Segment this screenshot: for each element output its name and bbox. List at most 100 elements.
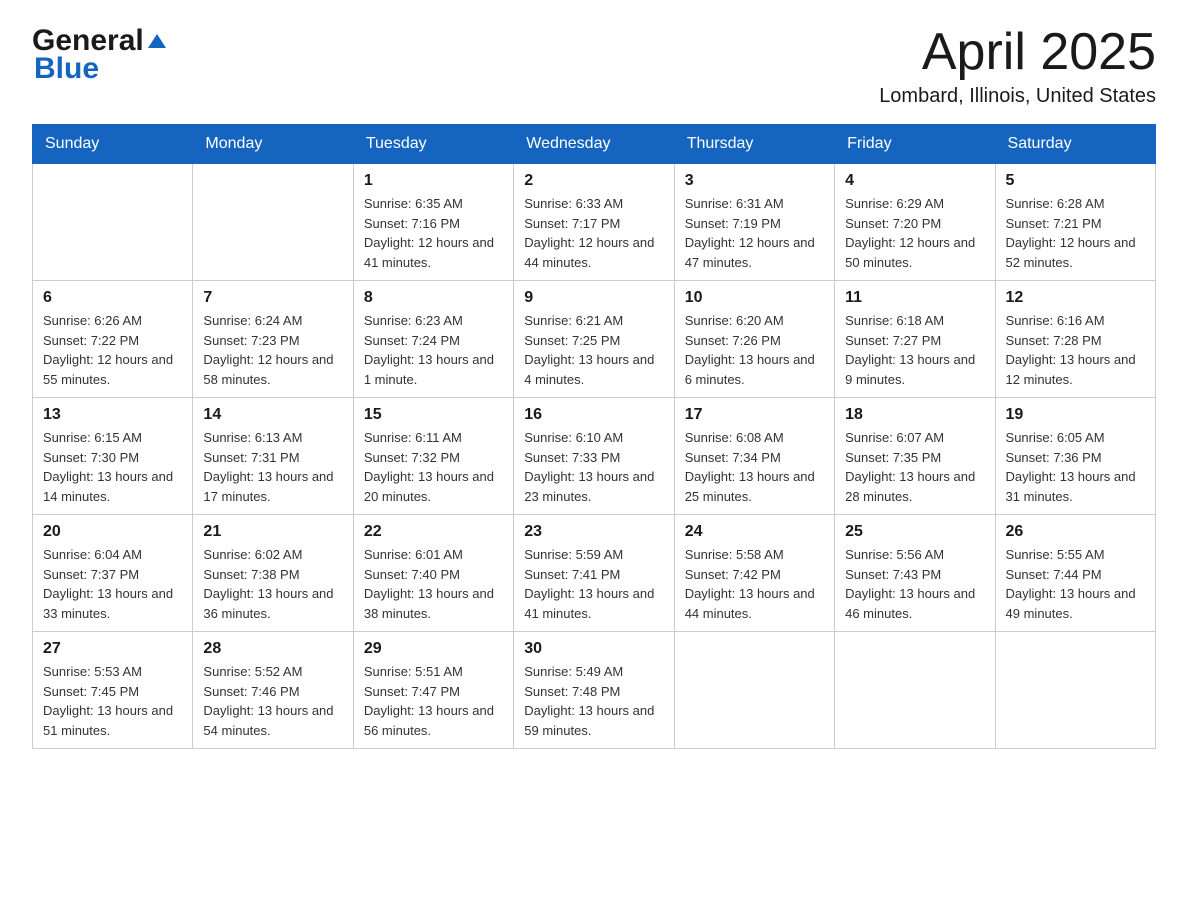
daylight-text: Daylight: 13 hours and 12 minutes.: [1006, 350, 1145, 389]
sunrise-text: Sunrise: 6:11 AM: [364, 428, 503, 448]
table-row: 29Sunrise: 5:51 AMSunset: 7:47 PMDayligh…: [353, 632, 513, 749]
table-row: [835, 632, 995, 749]
day-number: 5: [1006, 172, 1145, 190]
day-info: Sunrise: 5:49 AMSunset: 7:48 PMDaylight:…: [524, 662, 663, 740]
sunrise-text: Sunrise: 6:13 AM: [203, 428, 342, 448]
table-row: 3 Sunrise: 6:31 AMSunset: 7:19 PMDaylight…: [674, 164, 834, 281]
sunset-text: Sunset: 7:42 PM: [685, 565, 824, 585]
day-number: 9: [524, 289, 663, 307]
day-info: Sunrise: 5:56 AMSunset: 7:43 PMDaylight:…: [845, 545, 984, 623]
daylight-text: Daylight: 13 hours and 9 minutes.: [845, 350, 984, 389]
day-info: Sunrise: 6:20 AMSunset: 7:26 PMDaylight:…: [685, 311, 824, 389]
day-info: Sunrise: 6:10 AMSunset: 7:33 PMDaylight:…: [524, 428, 663, 506]
calendar-week-row: 27 Sunrise: 5:53 AMSunset: 7:45 PMDayligh…: [33, 632, 1156, 749]
page-header: General Blue April 2025 Lombard, Illinoi…: [32, 24, 1156, 108]
day-number: 6: [43, 289, 182, 307]
sunset-text: Sunset: 7:48 PM: [524, 682, 663, 702]
table-row: [995, 632, 1155, 749]
daylight-text: Daylight: 13 hours and 14 minutes.: [43, 467, 182, 506]
table-row: 22Sunrise: 6:01 AMSunset: 7:40 PMDayligh…: [353, 515, 513, 632]
day-number: 10: [685, 289, 824, 307]
day-info: Sunrise: 6:24 AMSunset: 7:23 PMDaylight:…: [203, 311, 342, 389]
day-info: Sunrise: 5:52 AMSunset: 7:46 PMDaylight:…: [203, 662, 342, 740]
sunset-text: Sunset: 7:41 PM: [524, 565, 663, 585]
day-info: Sunrise: 6:18 AMSunset: 7:27 PMDaylight:…: [845, 311, 984, 389]
logo: General Blue: [32, 24, 170, 86]
sunset-text: Sunset: 7:25 PM: [524, 331, 663, 351]
day-number: 26: [1006, 523, 1145, 541]
sunset-text: Sunset: 7:36 PM: [1006, 448, 1145, 468]
day-number: 27: [43, 640, 182, 658]
daylight-text: Daylight: 13 hours and 17 minutes.: [203, 467, 342, 506]
day-info: Sunrise: 5:55 AMSunset: 7:44 PMDaylight:…: [1006, 545, 1145, 623]
table-row: 16 Sunrise: 6:10 AMSunset: 7:33 PMDayligh…: [514, 398, 674, 515]
calendar-week-row: 1Sunrise: 6:35 AMSunset: 7:16 PMDaylight…: [33, 164, 1156, 281]
sunset-text: Sunset: 7:32 PM: [364, 448, 503, 468]
day-number: 19: [1006, 406, 1145, 424]
day-number: 28: [203, 640, 342, 658]
day-number: 3: [685, 172, 824, 190]
sunset-text: Sunset: 7:24 PM: [364, 331, 503, 351]
day-number: 15: [364, 406, 503, 424]
day-info: Sunrise: 6:35 AMSunset: 7:16 PMDaylight:…: [364, 194, 503, 272]
day-info: Sunrise: 6:01 AMSunset: 7:40 PMDaylight:…: [364, 545, 503, 623]
sunrise-text: Sunrise: 6:10 AM: [524, 428, 663, 448]
daylight-text: Daylight: 12 hours and 52 minutes.: [1006, 233, 1145, 272]
table-row: 13Sunrise: 6:15 AMSunset: 7:30 PMDayligh…: [33, 398, 193, 515]
day-info: Sunrise: 5:59 AMSunset: 7:41 PMDaylight:…: [524, 545, 663, 623]
sunrise-text: Sunrise: 5:53 AM: [43, 662, 182, 682]
sunrise-text: Sunrise: 6:24 AM: [203, 311, 342, 331]
day-info: Sunrise: 6:31 AMSunset: 7:19 PMDaylight:…: [685, 194, 824, 272]
sunset-text: Sunset: 7:34 PM: [685, 448, 824, 468]
daylight-text: Daylight: 13 hours and 20 minutes.: [364, 467, 503, 506]
sunset-text: Sunset: 7:35 PM: [845, 448, 984, 468]
table-row: 2Sunrise: 6:33 AMSunset: 7:17 PMDaylight…: [514, 164, 674, 281]
day-info: Sunrise: 5:51 AMSunset: 7:47 PMDaylight:…: [364, 662, 503, 740]
table-row: 30Sunrise: 5:49 AMSunset: 7:48 PMDayligh…: [514, 632, 674, 749]
sunrise-text: Sunrise: 5:55 AM: [1006, 545, 1145, 565]
daylight-text: Daylight: 13 hours and 6 minutes.: [685, 350, 824, 389]
day-number: 11: [845, 289, 984, 307]
calendar-week-row: 6 Sunrise: 6:26 AMSunset: 7:22 PMDaylight…: [33, 281, 1156, 398]
daylight-text: Daylight: 12 hours and 47 minutes.: [685, 233, 824, 272]
day-number: 17: [685, 406, 824, 424]
day-info: Sunrise: 6:07 AMSunset: 7:35 PMDaylight:…: [845, 428, 984, 506]
header-title-block: April 2025 Lombard, Illinois, United Sta…: [879, 24, 1156, 108]
sunset-text: Sunset: 7:47 PM: [364, 682, 503, 702]
day-info: Sunrise: 6:26 AMSunset: 7:22 PMDaylight:…: [43, 311, 182, 389]
sunrise-text: Sunrise: 6:08 AM: [685, 428, 824, 448]
sunrise-text: Sunrise: 6:16 AM: [1006, 311, 1145, 331]
day-number: 12: [1006, 289, 1145, 307]
day-info: Sunrise: 6:05 AMSunset: 7:36 PMDaylight:…: [1006, 428, 1145, 506]
table-row: 26 Sunrise: 5:55 AMSunset: 7:44 PMDayligh…: [995, 515, 1155, 632]
sunrise-text: Sunrise: 6:31 AM: [685, 194, 824, 214]
day-number: 16: [524, 406, 663, 424]
sunrise-text: Sunrise: 5:51 AM: [364, 662, 503, 682]
sunrise-text: Sunrise: 6:02 AM: [203, 545, 342, 565]
daylight-text: Daylight: 12 hours and 58 minutes.: [203, 350, 342, 389]
sunset-text: Sunset: 7:27 PM: [845, 331, 984, 351]
daylight-text: Daylight: 13 hours and 46 minutes.: [845, 584, 984, 623]
daylight-text: Daylight: 13 hours and 49 minutes.: [1006, 584, 1145, 623]
header-friday: Friday: [835, 125, 995, 164]
daylight-text: Daylight: 12 hours and 44 minutes.: [524, 233, 663, 272]
table-row: 11 Sunrise: 6:18 AMSunset: 7:27 PMDayligh…: [835, 281, 995, 398]
table-row: 9 Sunrise: 6:21 AMSunset: 7:25 PMDaylight…: [514, 281, 674, 398]
day-info: Sunrise: 6:23 AMSunset: 7:24 PMDaylight:…: [364, 311, 503, 389]
day-info: Sunrise: 6:15 AMSunset: 7:30 PMDaylight:…: [43, 428, 182, 506]
daylight-text: Daylight: 13 hours and 54 minutes.: [203, 701, 342, 740]
sunset-text: Sunset: 7:20 PM: [845, 214, 984, 234]
sunrise-text: Sunrise: 5:52 AM: [203, 662, 342, 682]
sunset-text: Sunset: 7:22 PM: [43, 331, 182, 351]
day-info: Sunrise: 6:21 AMSunset: 7:25 PMDaylight:…: [524, 311, 663, 389]
day-info: Sunrise: 6:04 AMSunset: 7:37 PMDaylight:…: [43, 545, 182, 623]
day-number: 25: [845, 523, 984, 541]
sunrise-text: Sunrise: 6:05 AM: [1006, 428, 1145, 448]
day-info: Sunrise: 5:53 AMSunset: 7:45 PMDaylight:…: [43, 662, 182, 740]
sunrise-text: Sunrise: 5:56 AM: [845, 545, 984, 565]
day-number: 4: [845, 172, 984, 190]
daylight-text: Daylight: 13 hours and 36 minutes.: [203, 584, 342, 623]
table-row: 15 Sunrise: 6:11 AMSunset: 7:32 PMDayligh…: [353, 398, 513, 515]
day-info: Sunrise: 6:16 AMSunset: 7:28 PMDaylight:…: [1006, 311, 1145, 389]
sunset-text: Sunset: 7:31 PM: [203, 448, 342, 468]
